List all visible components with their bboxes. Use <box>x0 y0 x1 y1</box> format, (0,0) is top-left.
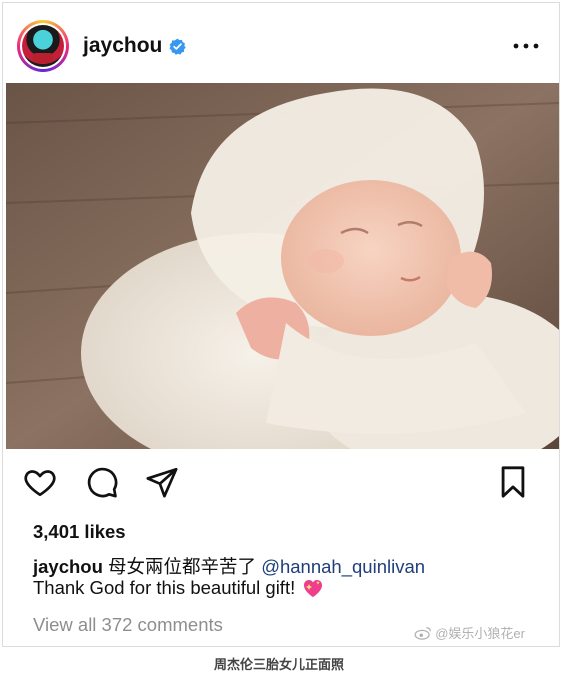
likes-count[interactable]: 3,401 likes <box>33 521 126 543</box>
post-photo[interactable] <box>6 83 559 449</box>
weibo-icon <box>414 626 432 640</box>
more-options-icon[interactable] <box>511 40 541 52</box>
avatar[interactable] <box>17 20 69 72</box>
watermark-text: @娱乐小狼花er <box>435 626 525 641</box>
instagram-post-card: jaychou 3,401 likes jaychou 母女兩位都辛苦了 @ha… <box>2 2 560 647</box>
caption-mention-link[interactable]: @hannah_quinlivan <box>261 556 425 577</box>
post-header: jaychou <box>17 16 559 76</box>
caption-username[interactable]: jaychou <box>33 556 103 577</box>
username-link[interactable]: jaychou <box>83 34 162 58</box>
caption-line2-text: Thank God for this beautiful gift! <box>33 577 296 598</box>
avatar-image <box>22 25 64 67</box>
post-actions-bar <box>3 465 559 505</box>
comment-icon[interactable] <box>85 465 119 499</box>
verified-badge-icon <box>169 38 187 55</box>
share-send-icon[interactable] <box>145 465 179 499</box>
image-footer-caption: 周杰伦三胎女儿正面照 <box>213 657 344 672</box>
caption-text: 母女兩位都辛苦了 <box>102 556 262 577</box>
caption-line-2: Thank God for this beautiful gift! <box>33 577 325 599</box>
view-all-comments-link[interactable]: View all 372 comments <box>33 614 223 636</box>
sparkling-heart-icon <box>304 580 323 597</box>
weibo-watermark: @娱乐小狼花er <box>414 623 525 642</box>
like-heart-icon[interactable] <box>23 465 57 499</box>
save-bookmark-icon[interactable] <box>498 465 528 499</box>
